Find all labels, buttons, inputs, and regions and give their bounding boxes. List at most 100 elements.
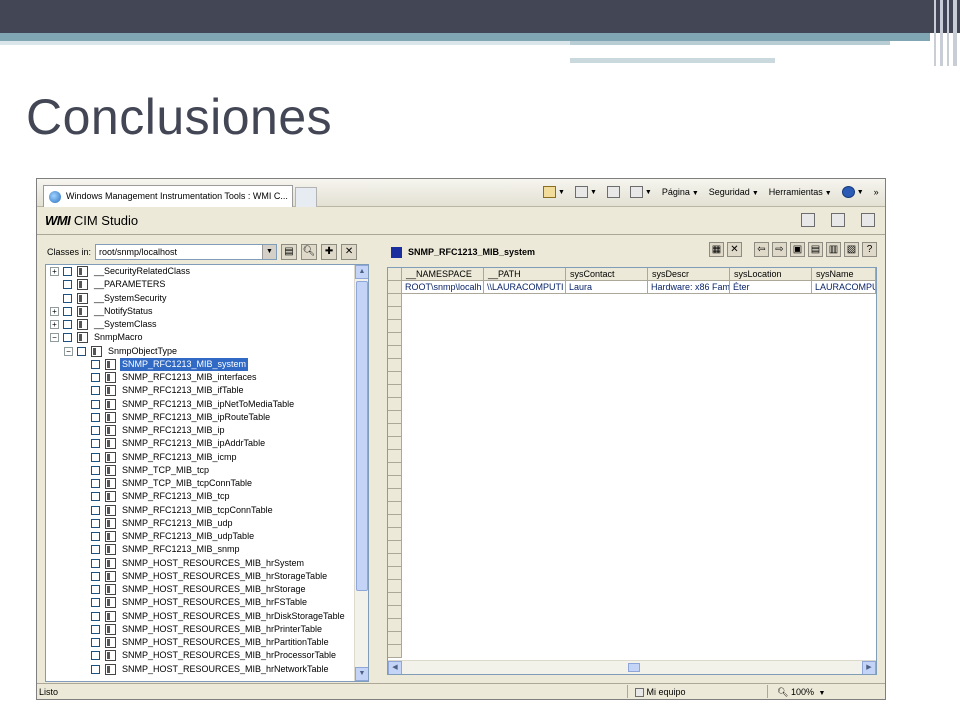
- chevron-down-icon[interactable]: ▼: [262, 245, 277, 259]
- row-header[interactable]: [388, 606, 402, 619]
- query-button[interactable]: ▧: [844, 242, 859, 257]
- tree-item-checkbox[interactable]: [91, 518, 100, 528]
- tree-item[interactable]: − SnmpMacro: [46, 331, 368, 344]
- grid-scroll-thumb[interactable]: [628, 663, 640, 672]
- new-instance-button[interactable]: ▦: [709, 242, 724, 257]
- row-header[interactable]: [388, 320, 402, 333]
- row-header[interactable]: [388, 593, 402, 606]
- menu-seguridad[interactable]: Seguridad ▼: [709, 187, 759, 197]
- row-header[interactable]: [388, 645, 402, 658]
- row-header[interactable]: [388, 619, 402, 632]
- collapse-icon[interactable]: −: [64, 346, 73, 356]
- table-cell[interactable]: Hardware: x86 Fami: [648, 281, 730, 294]
- row-header[interactable]: [388, 346, 402, 359]
- row-header[interactable]: [388, 424, 402, 437]
- tree-item[interactable]: SNMP_RFC1213_MIB_udp: [46, 517, 368, 530]
- delete-class-button[interactable]: ✕: [341, 244, 358, 260]
- tree-item[interactable]: SNMP_RFC1213_MIB_ipNetToMediaTable: [46, 398, 368, 411]
- save-button[interactable]: ▣: [790, 242, 805, 257]
- grid-horizontal-scrollbar[interactable]: ◀ ▶: [388, 660, 876, 674]
- row-header[interactable]: [388, 463, 402, 476]
- tree-item-checkbox[interactable]: [91, 532, 100, 541]
- row-header[interactable]: [388, 437, 402, 450]
- tree-item[interactable]: SNMP_RFC1213_MIB_ipAddrTable: [46, 437, 368, 450]
- tree-item[interactable]: SNMP_HOST_RESOURCES_MIB_hrDiskStorageTab…: [46, 610, 368, 623]
- tree-item[interactable]: SNMP_RFC1213_MIB_system: [46, 357, 368, 371]
- scroll-up-icon[interactable]: ▲: [355, 265, 368, 279]
- tree-item-checkbox[interactable]: [91, 545, 100, 555]
- tree-item[interactable]: SNMP_RFC1213_MIB_udpTable: [46, 530, 368, 543]
- menu-herramientas[interactable]: Herramientas ▼: [769, 187, 832, 197]
- table-cell[interactable]: ROOT\snmp\localh: [402, 281, 484, 294]
- row-header[interactable]: [388, 515, 402, 528]
- row-header[interactable]: [388, 528, 402, 541]
- tree-item[interactable]: SNMP_RFC1213_MIB_snmp: [46, 543, 368, 556]
- tree-item-checkbox[interactable]: [63, 306, 72, 316]
- tree-item[interactable]: − SnmpObjectType: [46, 345, 368, 358]
- column-header[interactable]: sysLocation: [730, 268, 812, 281]
- tree-item[interactable]: SNMP_RFC1213_MIB_tcpConnTable: [46, 504, 368, 517]
- row-header[interactable]: [388, 385, 402, 398]
- tree-item[interactable]: + __NotifyStatus: [46, 305, 368, 318]
- tree-item-checkbox[interactable]: [91, 452, 100, 462]
- table-cell[interactable]: Laura: [566, 281, 648, 294]
- expand-icon[interactable]: +: [50, 320, 59, 329]
- column-header[interactable]: sysName: [812, 268, 876, 281]
- tree-item-checkbox[interactable]: [63, 280, 72, 290]
- tree-item[interactable]: + __SystemClass: [46, 318, 368, 331]
- tree-item[interactable]: SNMP_RFC1213_MIB_ifTable: [46, 384, 368, 397]
- namespace-combo[interactable]: root/snmp/localhost ▼: [95, 244, 278, 260]
- tree-item[interactable]: SNMP_TCP_MIB_tcpConnTable: [46, 477, 368, 490]
- tree-item-checkbox[interactable]: [91, 611, 100, 621]
- forward-button[interactable]: ⇨: [772, 242, 787, 257]
- tree-item-checkbox[interactable]: [63, 293, 72, 303]
- mail-button[interactable]: [606, 186, 620, 198]
- table-cell[interactable]: \\LAURACOMPUTI: [484, 281, 566, 294]
- table-cell[interactable]: LAURACOMPU: [812, 281, 876, 294]
- namespace-tools-icon[interactable]: [801, 213, 815, 227]
- tree-item[interactable]: SNMP_RFC1213_MIB_icmp: [46, 451, 368, 464]
- settings-icon[interactable]: [831, 213, 845, 227]
- zoom-control[interactable]: 🔍︎ 100% ▼: [777, 687, 825, 698]
- tree-item[interactable]: SNMP_RFC1213_MIB_tcp: [46, 490, 368, 503]
- row-header[interactable]: [388, 541, 402, 554]
- column-header[interactable]: __NAMESPACE: [402, 268, 484, 281]
- tree-item[interactable]: __SystemSecurity: [46, 292, 368, 305]
- home-button[interactable]: ▼: [543, 186, 565, 198]
- tree-item[interactable]: __PARAMETERS: [46, 278, 368, 291]
- tree-item-checkbox[interactable]: [91, 492, 100, 502]
- row-header[interactable]: [388, 307, 402, 320]
- row-header[interactable]: [388, 281, 402, 294]
- row-header[interactable]: [388, 567, 402, 580]
- tree-item[interactable]: SNMP_HOST_RESOURCES_MIB_hrFSTable: [46, 596, 368, 609]
- tree-item-checkbox[interactable]: [91, 558, 100, 568]
- tree-item-checkbox[interactable]: [91, 624, 100, 634]
- tree-item[interactable]: SNMP_HOST_RESOURCES_MIB_hrPrinterTable: [46, 623, 368, 636]
- scroll-right-icon[interactable]: ▶: [862, 661, 876, 674]
- row-header[interactable]: [388, 476, 402, 489]
- browser-tab[interactable]: Windows Management Instrumentation Tools…: [43, 185, 293, 207]
- view-instances-button[interactable]: ▤: [808, 242, 823, 257]
- filter-button[interactable]: ▥: [826, 242, 841, 257]
- row-header[interactable]: [388, 450, 402, 463]
- tree-item[interactable]: SNMP_HOST_RESOURCES_MIB_hrStorage: [46, 583, 368, 596]
- tree-item[interactable]: SNMP_RFC1213_MIB_ipRouteTable: [46, 411, 368, 424]
- scroll-left-icon[interactable]: ◀: [388, 661, 402, 674]
- tree-scroll-thumb[interactable]: [356, 281, 368, 591]
- tree-item-checkbox[interactable]: [91, 651, 100, 661]
- search-class-button[interactable]: 🔍︎: [301, 244, 318, 260]
- browse-namespace-button[interactable]: ▤: [281, 244, 298, 260]
- tree-item[interactable]: + __SecurityRelatedClass: [46, 265, 368, 278]
- tree-item-checkbox[interactable]: [91, 412, 100, 422]
- row-header[interactable]: [388, 502, 402, 515]
- row-header[interactable]: [388, 398, 402, 411]
- column-header[interactable]: sysDescr: [648, 268, 730, 281]
- tree-item[interactable]: SNMP_HOST_RESOURCES_MIB_hrStorageTable: [46, 570, 368, 583]
- row-header[interactable]: [388, 489, 402, 502]
- row-header[interactable]: [388, 554, 402, 567]
- tree-item-checkbox[interactable]: [91, 359, 100, 369]
- tree-item-checkbox[interactable]: [77, 346, 86, 356]
- table-cell[interactable]: Éter: [730, 281, 812, 294]
- add-class-button[interactable]: ✚: [321, 244, 338, 260]
- tree-item[interactable]: SNMP_TCP_MIB_tcp: [46, 464, 368, 477]
